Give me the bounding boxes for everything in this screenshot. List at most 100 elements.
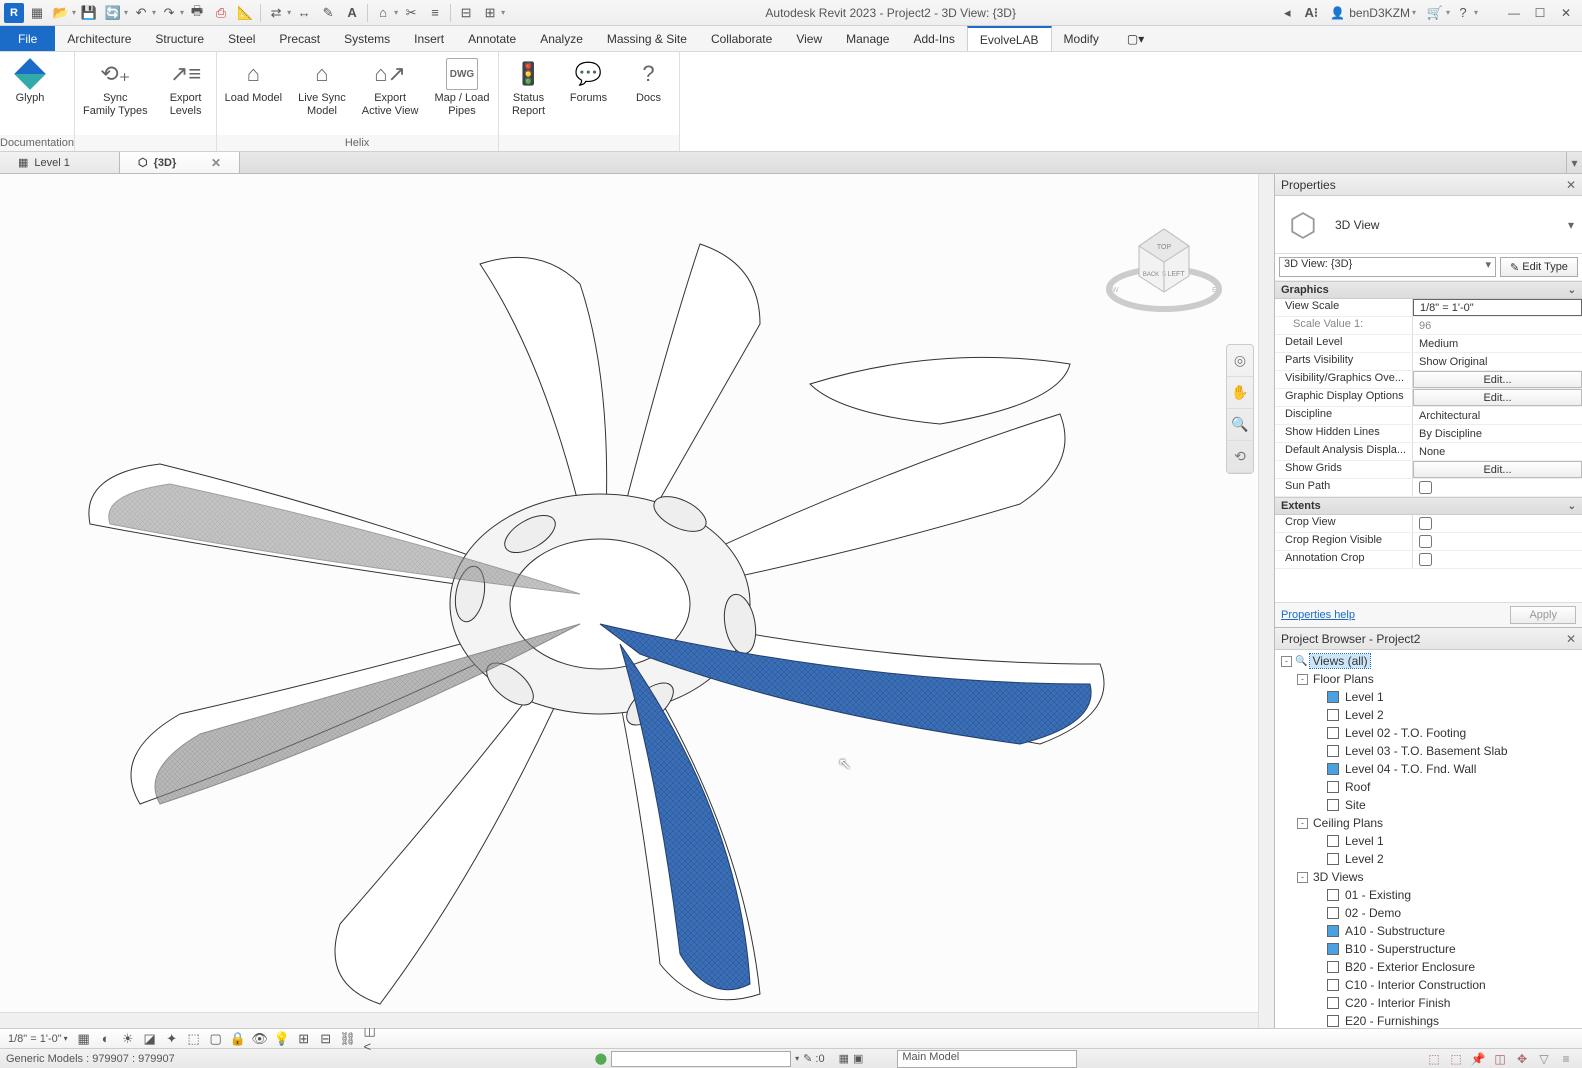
filter-icon[interactable]: ▦ — [839, 1052, 849, 1065]
ribbon-collapse-toggle[interactable]: ▢▾ — [1119, 26, 1152, 51]
user-button[interactable]: 👤 benD3KZM ▾ — [1324, 2, 1422, 24]
tree-node[interactable]: -3D Views — [1277, 868, 1580, 886]
viewport-scrollbar-vertical[interactable] — [1258, 174, 1274, 1028]
worksharing-display-icon[interactable]: ⊞ — [294, 1030, 314, 1048]
tab-structure[interactable]: Structure — [143, 26, 216, 51]
nav-full-icon[interactable]: ◎ — [1227, 345, 1253, 377]
ribbon-status-report-button[interactable]: 🚦 Status Report — [499, 54, 559, 135]
tree-node[interactable]: -Floor Plans — [1277, 670, 1580, 688]
nav-zoom-icon[interactable]: 🔍 — [1227, 409, 1253, 441]
tab-analyze[interactable]: Analyze — [528, 26, 595, 51]
rendering-icon[interactable]: ✦ — [162, 1030, 182, 1048]
tree-node[interactable]: Level 02 - T.O. Footing — [1277, 724, 1580, 742]
property-value[interactable] — [1413, 533, 1582, 550]
doc-tab-3d[interactable]: ⬡ {3D} ✕ — [120, 152, 240, 173]
qat-switch-windows-icon[interactable]: ⊞ — [479, 2, 501, 24]
tree-node[interactable]: Roof — [1277, 778, 1580, 796]
ribbon-sync-family-types-button[interactable]: ⟲₊ Sync Family Types — [75, 54, 156, 135]
select-face-icon[interactable]: ◫ — [1490, 1050, 1510, 1068]
property-value[interactable]: By Discipline — [1413, 425, 1582, 442]
crop-region-icon[interactable]: ▢ — [206, 1030, 226, 1048]
tab-evolvelab[interactable]: EvolveLAB — [967, 26, 1052, 51]
property-value[interactable]: Medium — [1413, 335, 1582, 352]
ribbon-glyph-button[interactable]: Glyph — [0, 54, 60, 135]
tab-view[interactable]: View — [784, 26, 834, 51]
qat-measure-icon[interactable]: 📐 — [234, 2, 256, 24]
property-value[interactable]: Show Original — [1413, 353, 1582, 370]
tree-node[interactable]: Level 04 - T.O. Fnd. Wall — [1277, 760, 1580, 778]
tree-node[interactable]: 01 - Existing — [1277, 886, 1580, 904]
tab-modify[interactable]: Modify — [1052, 26, 1111, 51]
viewport-scrollbar-horizontal[interactable] — [0, 1012, 1258, 1028]
tree-node[interactable]: E20 - Furnishings — [1277, 1012, 1580, 1028]
worksharing-slider[interactable] — [611, 1051, 791, 1067]
tab-file[interactable]: File — [0, 26, 55, 51]
property-value[interactable]: Edit... — [1413, 389, 1582, 406]
tree-node[interactable]: C20 - Interior Finish — [1277, 994, 1580, 1012]
ribbon-load-model-button[interactable]: ⌂ Load Model — [217, 54, 291, 135]
search-icon[interactable]: A⁝ — [1300, 2, 1322, 24]
tree-node[interactable]: Level 2 — [1277, 850, 1580, 868]
tree-node[interactable]: B10 - Superstructure — [1277, 940, 1580, 958]
search-filter-icon[interactable]: 🔍 — [1295, 656, 1307, 667]
property-value[interactable]: None — [1413, 443, 1582, 460]
qat-redo-icon[interactable]: ↷ — [158, 2, 180, 24]
tab-manage[interactable]: Manage — [834, 26, 901, 51]
type-dropdown-icon[interactable]: ▾ — [1568, 218, 1574, 232]
tree-node[interactable]: -Ceiling Plans — [1277, 814, 1580, 832]
project-browser-tree[interactable]: -🔍Views (all)-Floor Plans Level 1Level 2 L… — [1275, 650, 1582, 1028]
qat-recent-icon[interactable]: ▦ — [26, 2, 48, 24]
ribbon-export-active-view-button[interactable]: ⌂↗ Export Active View — [354, 54, 427, 135]
nav-left-icon[interactable]: ◂ — [1276, 2, 1298, 24]
property-value[interactable]: Edit... — [1413, 371, 1582, 388]
analytical-icon[interactable]: ⊟ — [316, 1030, 336, 1048]
property-value[interactable]: Edit... — [1413, 461, 1582, 478]
tab-systems[interactable]: Systems — [332, 26, 402, 51]
ribbon-map-load-pipes-button[interactable]: DWG Map / Load Pipes — [426, 54, 497, 135]
type-selector[interactable]: ⬡ 3D View ▾ — [1275, 196, 1582, 254]
properties-panel-header[interactable]: Properties ✕ — [1275, 174, 1582, 196]
qat-print-icon[interactable]: 🖶 — [186, 2, 208, 24]
cart-icon[interactable]: 🛒 — [1424, 2, 1446, 24]
qat-text-icon[interactable]: A — [341, 2, 363, 24]
qat-dimension-icon[interactable]: ↔ — [293, 2, 315, 24]
help-icon[interactable]: ? — [1452, 2, 1474, 24]
tree-node[interactable]: Level 1 — [1277, 832, 1580, 850]
qat-open-icon[interactable]: 📂 — [50, 2, 72, 24]
tree-twisty-icon[interactable]: - — [1297, 872, 1308, 883]
apply-button[interactable]: Apply — [1510, 606, 1576, 624]
property-value[interactable]: Architectural — [1413, 407, 1582, 424]
edit-type-button[interactable]: ✎Edit Type — [1500, 257, 1578, 277]
main-model-combo[interactable]: Main Model — [897, 1050, 1077, 1068]
temp-hide-icon[interactable]: 👁 — [250, 1030, 270, 1048]
tab-insert[interactable]: Insert — [402, 26, 456, 51]
tab-add-ins[interactable]: Add-Ins — [901, 26, 966, 51]
qat-align-icon[interactable]: ⇄ — [265, 2, 287, 24]
project-browser-header[interactable]: Project Browser - Project2 ✕ — [1275, 628, 1582, 650]
section-graphics-header[interactable]: Graphics⌄ — [1275, 281, 1582, 299]
navigation-bar[interactable]: ◎ ✋ 🔍 ⟲ — [1226, 344, 1254, 474]
detail-level-icon[interactable]: ▦ — [74, 1030, 94, 1048]
panel-dropdown-icon[interactable]: ▾ — [1566, 152, 1582, 173]
nav-orbit-icon[interactable]: ⟲ — [1227, 441, 1253, 473]
sun-path-icon[interactable]: ☀ — [118, 1030, 138, 1048]
qat-undo-icon[interactable]: ↶ — [130, 2, 152, 24]
qat-tag-icon[interactable]: ✎ — [317, 2, 339, 24]
section-extents-header[interactable]: Extents⌄ — [1275, 497, 1582, 515]
editable-only-icon[interactable]: ▣ — [853, 1052, 863, 1065]
tree-node[interactable]: -🔍Views (all) — [1277, 652, 1580, 670]
properties-help-link[interactable]: Properties help — [1281, 609, 1355, 621]
qat-3d-icon[interactable]: ⌂ — [372, 2, 394, 24]
reveal-icon[interactable]: 💡 — [272, 1030, 292, 1048]
tree-twisty-icon[interactable]: - — [1297, 818, 1308, 829]
worksharing-icon[interactable]: ⬤ — [595, 1052, 607, 1065]
tab-massing-site[interactable]: Massing & Site — [595, 26, 699, 51]
select-pinned-icon[interactable]: 📌 — [1468, 1050, 1488, 1068]
ribbon-export-levels-button[interactable]: ↗≡ Export Levels — [156, 54, 216, 135]
close-browser-icon[interactable]: ✕ — [1566, 632, 1576, 646]
doc-tab-level1[interactable]: ▦ Level 1 — [0, 152, 120, 173]
tree-node[interactable]: 02 - Demo — [1277, 904, 1580, 922]
property-value[interactable] — [1413, 551, 1582, 568]
property-value[interactable] — [1413, 479, 1582, 496]
ribbon-forums-button[interactable]: 💬 Forums — [559, 54, 619, 135]
